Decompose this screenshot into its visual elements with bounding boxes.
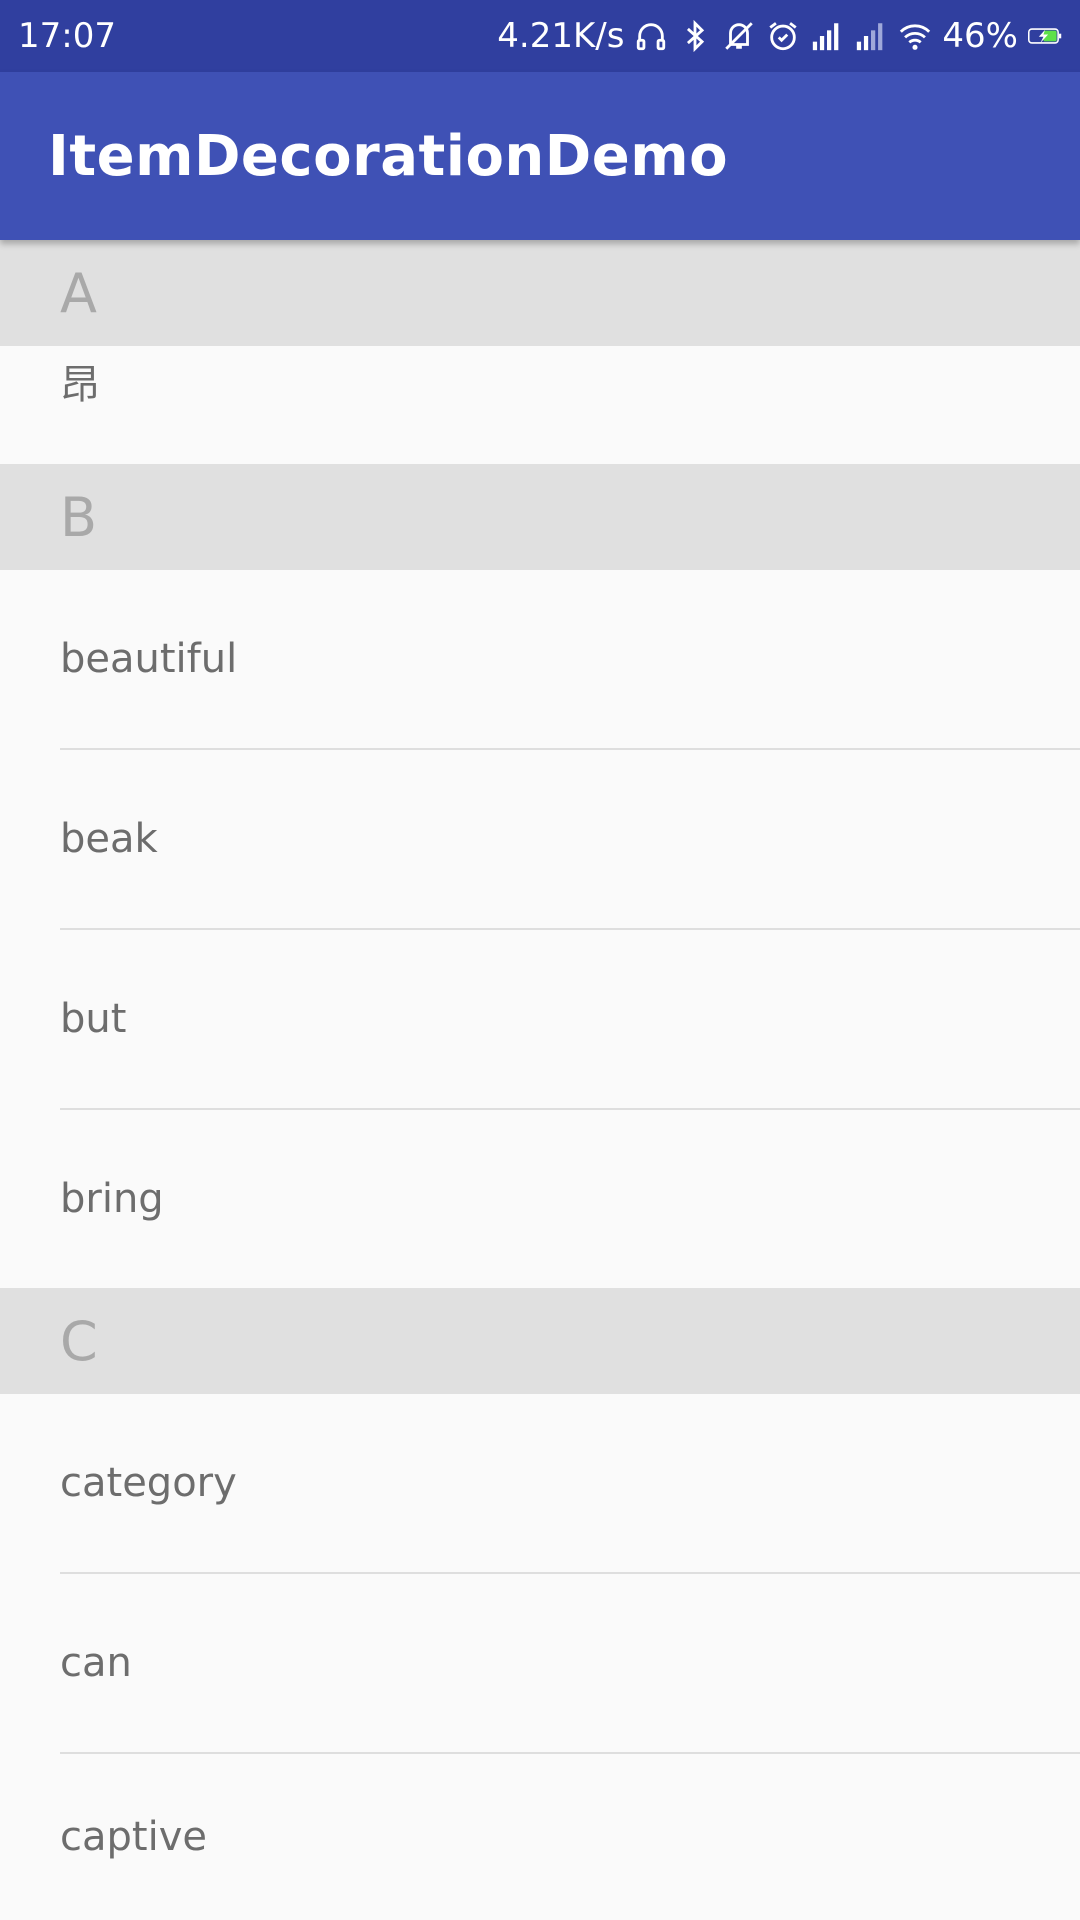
section-header-c: C — [0, 1288, 1080, 1394]
status-right: 4.21K/s 46% — [497, 16, 1062, 56]
alarm-icon — [766, 19, 800, 53]
clock: 17:07 — [18, 16, 116, 56]
list-item[interactable]: beak — [0, 750, 1080, 928]
status-bar: 17:07 4.21K/s 46% — [0, 0, 1080, 72]
vibrate-off-icon — [722, 19, 756, 53]
list-item[interactable]: but — [0, 930, 1080, 1108]
list-item-label: beautiful — [60, 636, 238, 682]
section-letter: A — [60, 261, 97, 325]
signal-icon — [810, 19, 844, 53]
battery-charging-icon — [1028, 19, 1062, 53]
list-item[interactable]: 昂 — [0, 346, 1080, 460]
list-item-label: bring — [60, 1176, 164, 1222]
list-item[interactable]: beautiful — [0, 570, 1080, 748]
app-title: ItemDecorationDemo — [48, 123, 729, 189]
section-header-a: A — [0, 240, 1080, 346]
wifi-icon — [898, 19, 932, 53]
list-item-label: category — [60, 1460, 237, 1506]
signal-icon-2 — [854, 19, 888, 53]
list-item-label: captive — [60, 1814, 207, 1860]
list-item[interactable]: captive — [0, 1754, 1080, 1920]
list-item[interactable]: bring — [0, 1110, 1080, 1288]
headphones-icon — [634, 19, 668, 53]
list-item-label: can — [60, 1640, 132, 1686]
section-letter: B — [60, 485, 98, 549]
alphabet-list[interactable]: A 昂 B beautiful beak but bring C categor… — [0, 240, 1080, 1920]
network-speed: 4.21K/s — [497, 16, 625, 56]
bluetooth-icon — [678, 19, 712, 53]
battery-percent: 46% — [942, 16, 1018, 56]
list-item[interactable]: can — [0, 1574, 1080, 1752]
list-item-label: beak — [60, 816, 158, 862]
list-item[interactable]: category — [0, 1394, 1080, 1572]
list-item-label: 昂 — [60, 362, 100, 408]
status-left: 17:07 — [18, 16, 116, 56]
app-bar: ItemDecorationDemo — [0, 72, 1080, 240]
list-item-label: but — [60, 996, 127, 1042]
section-header-b: B — [0, 464, 1080, 570]
section-letter: C — [60, 1309, 98, 1373]
